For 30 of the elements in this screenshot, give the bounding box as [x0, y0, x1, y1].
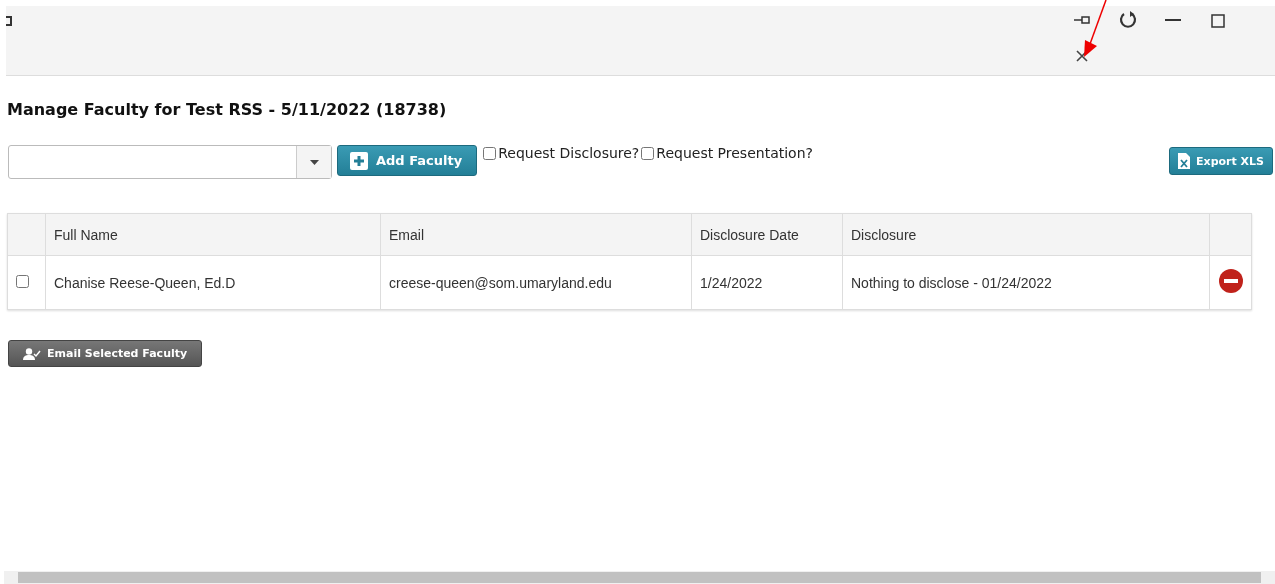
back-icon[interactable] [6, 16, 12, 26]
horizontal-scrollbar[interactable] [4, 571, 1275, 584]
annotation-arrow [1082, 0, 1108, 58]
option-label: Request Disclosure? [498, 145, 640, 161]
option-label: Request Presentation? [656, 145, 813, 161]
table-cell: Nothing to disclose - 01/24/2022 [842, 255, 1210, 310]
email-selected-faculty-button[interactable]: Email Selected Faculty [8, 340, 203, 367]
excel-file-icon [1178, 153, 1191, 169]
refresh-icon[interactable] [1118, 10, 1138, 30]
close-icon[interactable] [1076, 50, 1088, 62]
table-cell: creese-queen@som.umaryland.edu [380, 255, 692, 310]
plus-icon [350, 151, 368, 170]
maximize-icon[interactable] [1211, 14, 1225, 28]
export-xls-button[interactable]: Export XLS [1169, 147, 1273, 175]
row-checkbox[interactable] [16, 274, 29, 288]
caret-icon [309, 159, 319, 165]
column-header: Email [380, 213, 692, 256]
add-faculty-button[interactable]: Add Faculty [337, 145, 478, 176]
option-checkbox[interactable] [641, 146, 655, 160]
option-checkbox[interactable] [483, 146, 497, 160]
column-header: Full Name [45, 213, 381, 256]
table-cell: 1/24/2022 [691, 255, 843, 310]
column-header: Disclosure [842, 213, 1210, 256]
column-header: Disclosure Date [691, 213, 843, 256]
minimize-icon[interactable] [1165, 19, 1181, 22]
remove-icon[interactable] [1218, 269, 1243, 293]
table-cell: Chanise Reese-Queen, Ed.D [45, 255, 381, 310]
user-check-icon [23, 347, 41, 360]
page-title: Manage Faculty for Test RSS - 5/11/2022 (18738) [7, 100, 448, 119]
pin-icon[interactable] [1074, 15, 1092, 25]
